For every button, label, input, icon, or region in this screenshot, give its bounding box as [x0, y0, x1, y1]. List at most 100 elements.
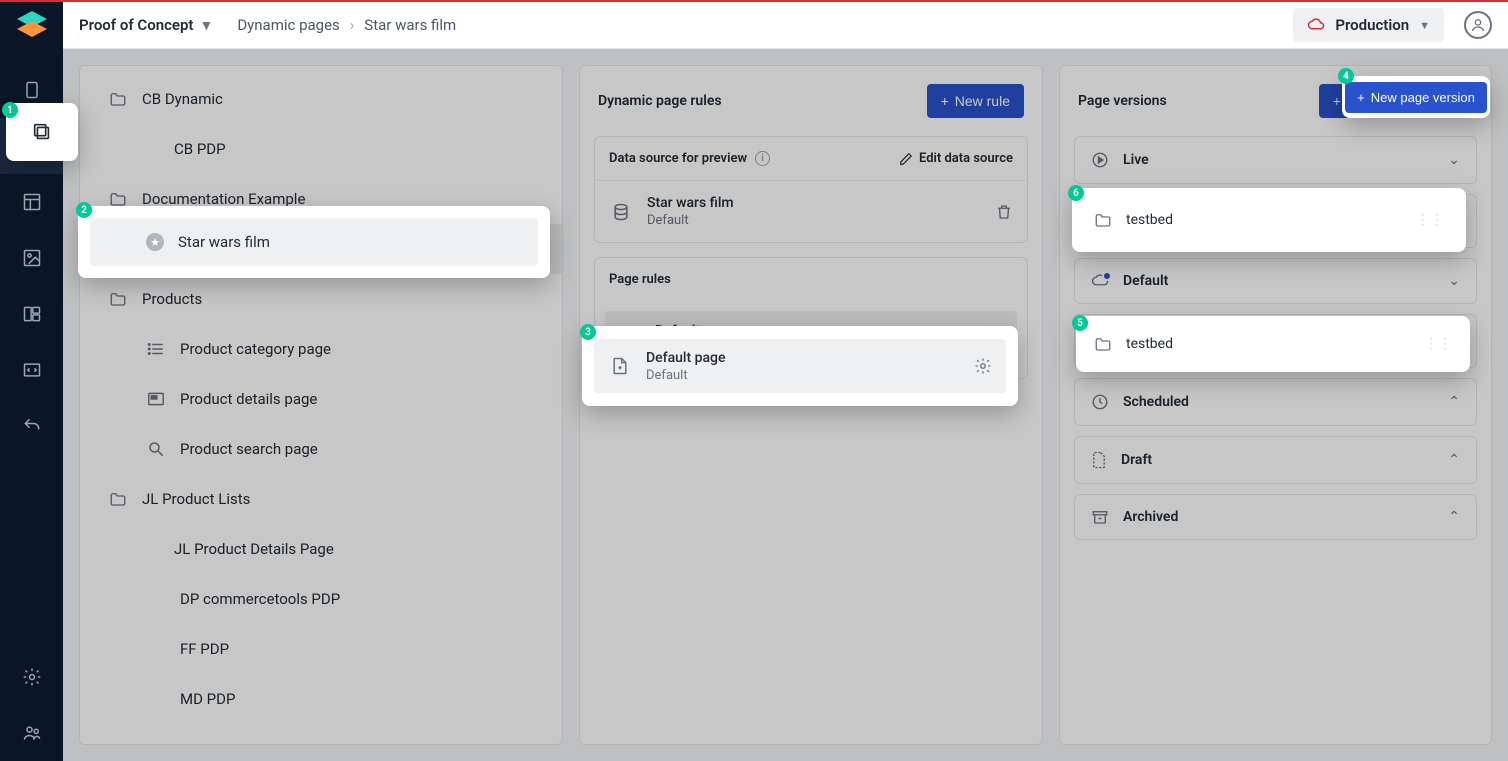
database-icon — [609, 200, 633, 224]
drag-handle-icon[interactable]: ⋮⋮ — [1416, 212, 1444, 228]
step-badge: 2 — [76, 202, 92, 218]
new-rule-button[interactable]: + New rule — [927, 84, 1024, 118]
breadcrumb: Dynamic pages › Star wars film — [237, 16, 456, 34]
tree-item[interactable]: Products — [80, 274, 562, 324]
tree-item-label: Product category page — [180, 340, 331, 358]
page-rule-title: Default page — [646, 350, 960, 366]
step-badge: 1 — [2, 102, 18, 118]
tree-item[interactable]: Product details page — [80, 374, 562, 424]
nav-undo-icon[interactable] — [0, 398, 63, 454]
tree-item-label: Star wars film — [178, 233, 270, 251]
versions-title: Page versions — [1078, 93, 1167, 109]
nav-settings-icon[interactable] — [0, 649, 63, 705]
list-icon — [146, 339, 166, 359]
chevron-up-icon: ⌃ — [1448, 452, 1460, 468]
draft-icon — [1091, 451, 1107, 469]
plus-icon: + — [941, 93, 949, 109]
tree-item-label: FF PDP — [180, 640, 229, 658]
pencil-icon — [899, 152, 913, 166]
folder-icon — [108, 289, 128, 309]
tree-item-label: CB PDP — [174, 140, 226, 158]
nav-templates-icon[interactable] — [0, 174, 63, 230]
data-source-label: Data source for preview — [609, 151, 747, 166]
environment-label: Production — [1335, 16, 1409, 34]
clock-icon — [1091, 393, 1109, 411]
section-draft[interactable]: Draft ⌃ — [1074, 436, 1477, 484]
app-logo[interactable] — [14, 8, 50, 44]
tree-item-label: CB Dynamic — [142, 90, 223, 108]
archive-icon — [1091, 509, 1109, 525]
breadcrumb-item[interactable]: Dynamic pages — [237, 16, 339, 34]
cloud-icon — [1091, 274, 1109, 288]
section-live[interactable]: Live ⌄ — [1074, 136, 1477, 184]
tree-item[interactable]: FF PDP — [80, 624, 562, 674]
step-badge: 3 — [580, 324, 596, 340]
tree-item[interactable]: CB Dynamic — [80, 74, 562, 124]
info-icon[interactable]: i — [755, 151, 770, 166]
tree-item-label: MD PDP — [180, 690, 235, 708]
section-archived[interactable]: Archived ⌃ — [1074, 494, 1477, 540]
data-source-item[interactable]: Star wars film Default — [595, 181, 1027, 242]
data-source-card: Data source for preview i Edit data sour… — [594, 136, 1028, 243]
chevron-up-icon: ⌃ — [1448, 509, 1460, 525]
gear-icon[interactable] — [974, 357, 992, 375]
highlight-testbed-default[interactable]: testbed ⋮⋮ — [1076, 316, 1470, 372]
tree-item[interactable]: JL Product Details Page — [80, 524, 562, 574]
pages-tree-panel: CB DynamicCB PDPDocumentation Example★St… — [79, 65, 563, 745]
version-item-label: testbed — [1126, 336, 1173, 352]
page-icon — [608, 354, 632, 378]
drag-handle-icon[interactable]: ⋮⋮ — [1424, 336, 1452, 352]
section-scheduled[interactable]: Scheduled ⌃ — [1074, 378, 1477, 426]
tree-item-label: JL Product Details Page — [174, 540, 334, 558]
nav-media-icon[interactable] — [0, 230, 63, 286]
nav-team-icon[interactable] — [0, 705, 63, 761]
tree-item[interactable]: MD PDP — [80, 674, 562, 724]
chevron-right-icon: › — [350, 16, 355, 34]
section-default[interactable]: Default ⌄ — [1074, 258, 1477, 304]
top-accent-bar — [0, 0, 1508, 2]
nav-developer-icon[interactable] — [0, 342, 63, 398]
project-dropdown-icon[interactable]: ▼ — [199, 17, 213, 34]
step-badge: 4 — [1338, 68, 1354, 84]
nav-components-icon[interactable] — [0, 286, 63, 342]
version-item-label: testbed — [1126, 212, 1173, 228]
folder-icon — [108, 89, 128, 109]
chevron-down-icon: ⌄ — [1448, 273, 1460, 289]
data-source-item-title: Star wars film — [647, 195, 981, 211]
folder-icon — [108, 489, 128, 509]
tree-item-label: Product search page — [180, 440, 318, 458]
search-icon — [146, 439, 166, 459]
plus-icon: + — [1333, 93, 1341, 109]
folder-icon — [1094, 212, 1112, 228]
edit-data-source-link[interactable]: Edit data source — [899, 151, 1013, 166]
data-source-item-sub: Default — [647, 213, 981, 228]
new-rule-label: New rule — [955, 93, 1010, 109]
environment-select[interactable]: Production ▼ — [1293, 8, 1444, 42]
new-page-version-button[interactable]: + New page version — [1345, 82, 1487, 113]
new-page-version-label: New page version — [1371, 90, 1475, 105]
tree-item[interactable]: Product search page — [80, 424, 562, 474]
tree-item-label: Products — [142, 290, 202, 308]
versions-panel: Page versions + New page version Live ⌄ … — [1059, 65, 1492, 745]
cloud-icon — [1307, 18, 1325, 32]
tree-item[interactable]: CB PDP — [80, 124, 562, 174]
highlight-testbed-live[interactable]: testbed ⋮⋮ — [1072, 188, 1466, 252]
tree-item[interactable]: JL Product Lists — [80, 474, 562, 524]
tree-item-label: Product details page — [180, 390, 317, 408]
project-name[interactable]: Proof of Concept — [79, 16, 193, 34]
plus-icon: + — [1357, 90, 1365, 105]
user-avatar[interactable] — [1464, 11, 1492, 39]
tree-item-label: JL Product Lists — [142, 490, 250, 508]
folder-icon — [1094, 336, 1112, 352]
chevron-up-icon: ⌃ — [1448, 394, 1460, 410]
highlight-star-wars-row[interactable]: ★ Star wars film — [78, 206, 550, 278]
highlight-new-page-version[interactable]: + New page version — [1342, 76, 1490, 118]
step-badge: 6 — [1068, 185, 1084, 201]
rules-title: Dynamic page rules — [598, 93, 722, 109]
tree-item-label: DP commercetools PDP — [180, 590, 340, 608]
tree-item[interactable]: Product category page — [80, 324, 562, 374]
delete-icon[interactable] — [995, 203, 1013, 221]
breadcrumb-item[interactable]: Star wars film — [364, 16, 456, 34]
highlight-default-page[interactable]: Default page Default — [582, 326, 1018, 406]
tree-item[interactable]: DP commercetools PDP — [80, 574, 562, 624]
